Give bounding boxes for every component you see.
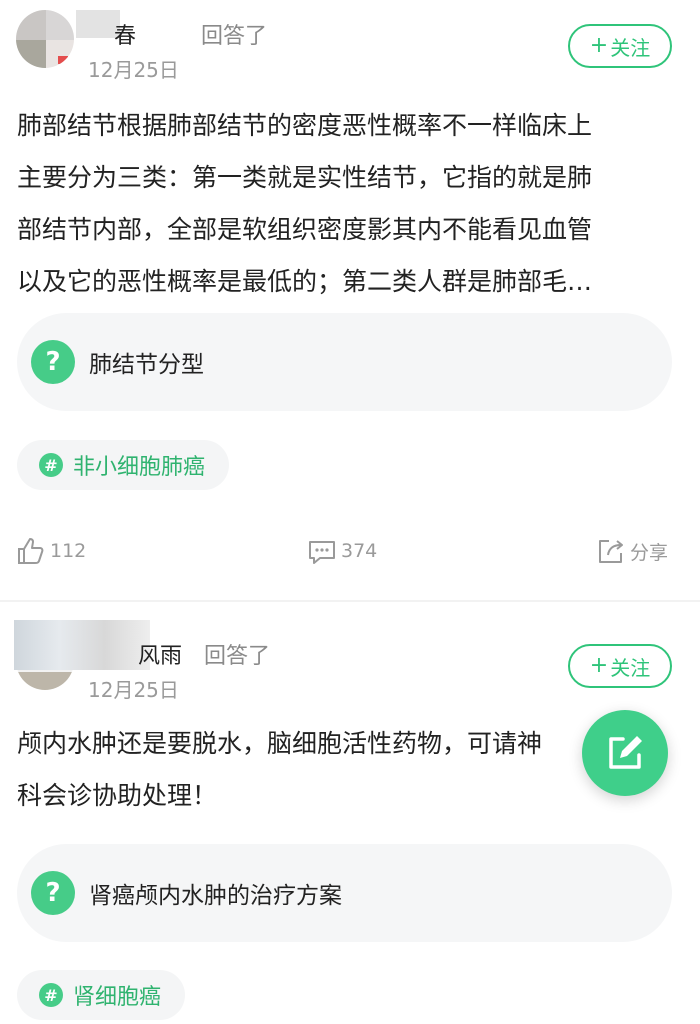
- follow-button[interactable]: + 关注: [568, 644, 672, 688]
- answer-line: 以及它的恶性概率是最低的；第二类人群是肺部毛…: [17, 267, 593, 296]
- question-mark-icon: ?: [31, 871, 75, 915]
- question-card[interactable]: ? 肺结节分型: [17, 313, 672, 411]
- answer-line: 科会诊协助处理！: [17, 781, 218, 810]
- share-label: 分享: [630, 541, 669, 564]
- question-card[interactable]: ? 肾癌颅内水肿的治疗方案: [17, 844, 672, 942]
- follow-label: 关注: [610, 35, 651, 60]
- share-icon: [599, 540, 623, 563]
- question-title: 肾癌颅内水肿的治疗方案: [89, 883, 342, 909]
- author-name[interactable]: 春: [114, 18, 136, 50]
- question-title: 肺结节分型: [89, 352, 204, 378]
- share-button[interactable]: 分享: [596, 536, 668, 566]
- tag-label: 非小细胞肺癌: [73, 455, 206, 480]
- topic-tag[interactable]: # 非小细胞肺癌: [17, 440, 230, 490]
- answer-text[interactable]: 肺部结节根据肺部结节的密度恶性概率不一样临床上 主要分为三类：第一类就是实性结节…: [17, 100, 677, 308]
- answer-card[interactable]: 风雨 回答了 12月25日 + 关注 颅内水肿还是要脱水，脑细胞活性药物，可请神…: [0, 602, 700, 1024]
- answer-card[interactable]: 春 回答了 12月25日 + 关注 肺部结节根据肺部结节的密度恶性概率不一样临床…: [0, 0, 700, 600]
- question-mark-icon: ?: [31, 340, 75, 384]
- answer-line: 颅内水肿还是要脱水，脑细胞活性药物，可请神: [17, 729, 543, 758]
- answered-label: 回答了: [204, 644, 271, 669]
- write-answer-fab[interactable]: [582, 710, 668, 796]
- edit-icon: [609, 736, 642, 769]
- plus-icon: +: [589, 33, 609, 58]
- action-bar: 112 374 分享: [0, 536, 700, 566]
- chat-bubble-icon: [309, 541, 335, 564]
- answer-date: 12月25日: [88, 678, 179, 702]
- avatar[interactable]: [16, 10, 74, 68]
- comment-button[interactable]: 374: [307, 536, 377, 566]
- like-button[interactable]: 112: [16, 536, 86, 566]
- hash-icon: #: [39, 453, 63, 477]
- answer-text[interactable]: 颅内水肿还是要脱水，脑细胞活性药物，可请神 科会诊协助处理！: [17, 718, 677, 822]
- thumbs-up-icon: [18, 538, 44, 564]
- answer-line: 肺部结节根据肺部结节的密度恶性概率不一样临床上: [17, 111, 593, 140]
- answer-line: 部结节内部，全部是软组织密度影其内不能看见血管: [17, 215, 593, 244]
- comment-count: 374: [341, 540, 378, 562]
- answer-date: 12月25日: [88, 58, 179, 82]
- like-count: 112: [50, 540, 87, 562]
- follow-label: 关注: [610, 655, 651, 680]
- answer-line: 主要分为三类：第一类就是实性结节，它指的就是肺: [17, 163, 593, 192]
- answered-label: 回答了: [201, 24, 268, 49]
- tag-label: 肾细胞癌: [73, 985, 162, 1010]
- follow-button[interactable]: + 关注: [568, 24, 672, 68]
- author-name[interactable]: 风雨: [138, 638, 182, 670]
- hash-icon: #: [39, 983, 63, 1007]
- topic-tag[interactable]: # 肾细胞癌: [17, 970, 186, 1020]
- name-blur: [14, 620, 150, 670]
- plus-icon: +: [589, 653, 609, 678]
